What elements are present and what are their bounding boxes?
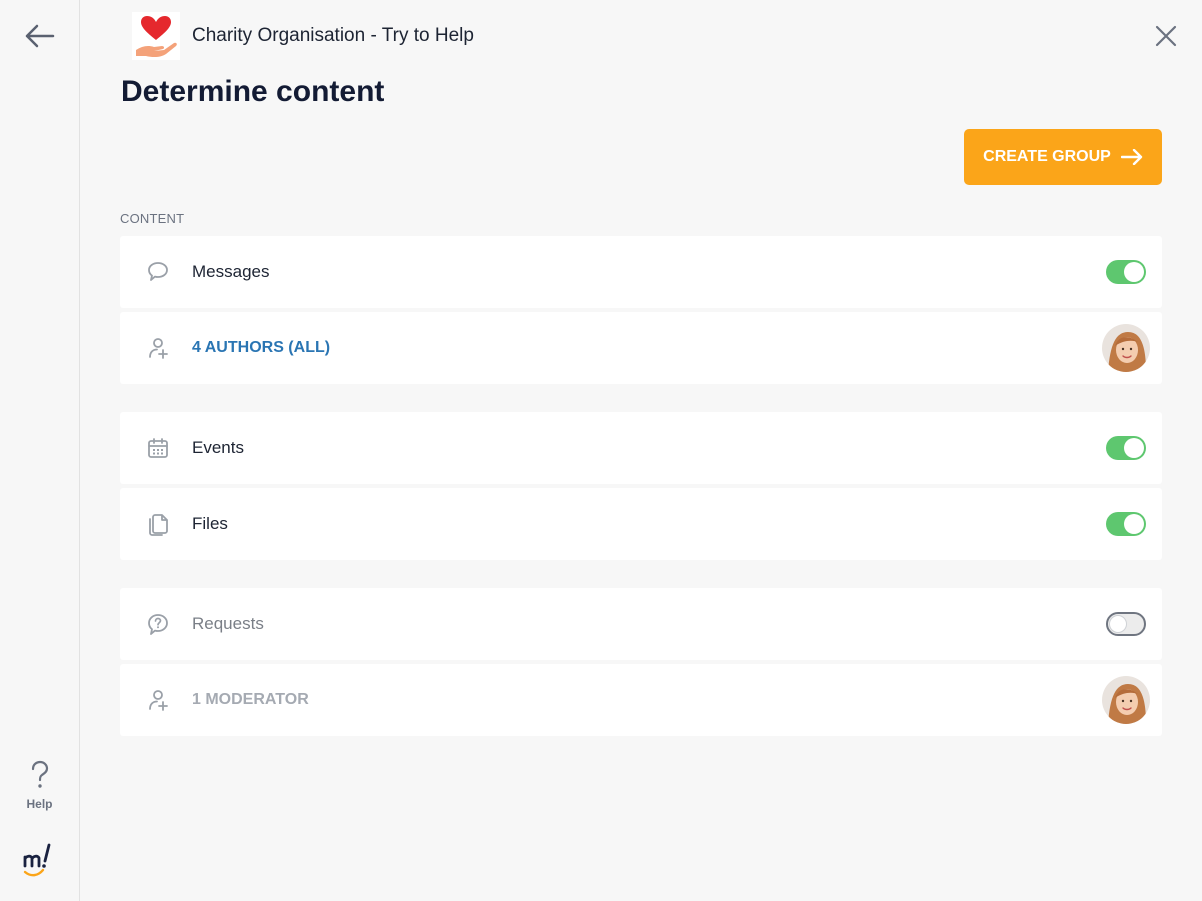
organisation-logo: [132, 12, 180, 60]
brand-logo: [22, 842, 58, 880]
question-bubble-icon: [148, 614, 168, 635]
files-icon: [149, 514, 168, 536]
author-avatar[interactable]: [1102, 324, 1150, 372]
files-toggle[interactable]: [1106, 512, 1146, 536]
moderator-avatar[interactable]: [1102, 676, 1150, 724]
section-label-content: CONTENT: [120, 211, 185, 226]
calendar-icon: [148, 438, 168, 458]
messages-toggle[interactable]: [1106, 260, 1146, 284]
question-mark-icon: [31, 760, 48, 788]
moderator-link[interactable]: 1 MODERATOR: [192, 691, 309, 709]
moderator-row: 1 MODERATOR: [120, 664, 1162, 736]
user-plus-icon: [149, 690, 168, 711]
files-row: Files: [120, 488, 1162, 560]
messages-row: Messages: [120, 236, 1162, 308]
sidebar: Help: [0, 0, 80, 901]
back-arrow-icon[interactable]: [22, 22, 56, 50]
main-panel: Charity Organisation - Try to Help Deter…: [80, 0, 1202, 901]
events-toggle[interactable]: [1106, 436, 1146, 460]
authors-row: 4 AUTHORS (ALL): [120, 312, 1162, 384]
requests-label: Requests: [192, 614, 264, 633]
create-group-button[interactable]: CREATE GROUP: [964, 129, 1162, 185]
page-title: Determine content: [121, 75, 385, 108]
close-icon[interactable]: [1154, 24, 1178, 48]
requests-row: Requests: [120, 588, 1162, 660]
arrow-right-icon: [1120, 149, 1143, 165]
events-label: Events: [192, 438, 244, 457]
help-label: Help: [26, 797, 53, 811]
events-row: Events: [120, 412, 1162, 484]
files-label: Files: [192, 514, 228, 533]
messages-label: Messages: [192, 262, 270, 281]
chat-bubble-icon: [148, 262, 168, 281]
create-group-label: CREATE GROUP: [983, 148, 1111, 165]
authors-link[interactable]: 4 AUTHORS (ALL): [192, 339, 330, 357]
user-plus-icon: [149, 338, 168, 359]
requests-toggle[interactable]: [1106, 612, 1146, 636]
help-button[interactable]: Help: [0, 760, 79, 811]
organisation-name: Charity Organisation - Try to Help: [192, 25, 474, 46]
